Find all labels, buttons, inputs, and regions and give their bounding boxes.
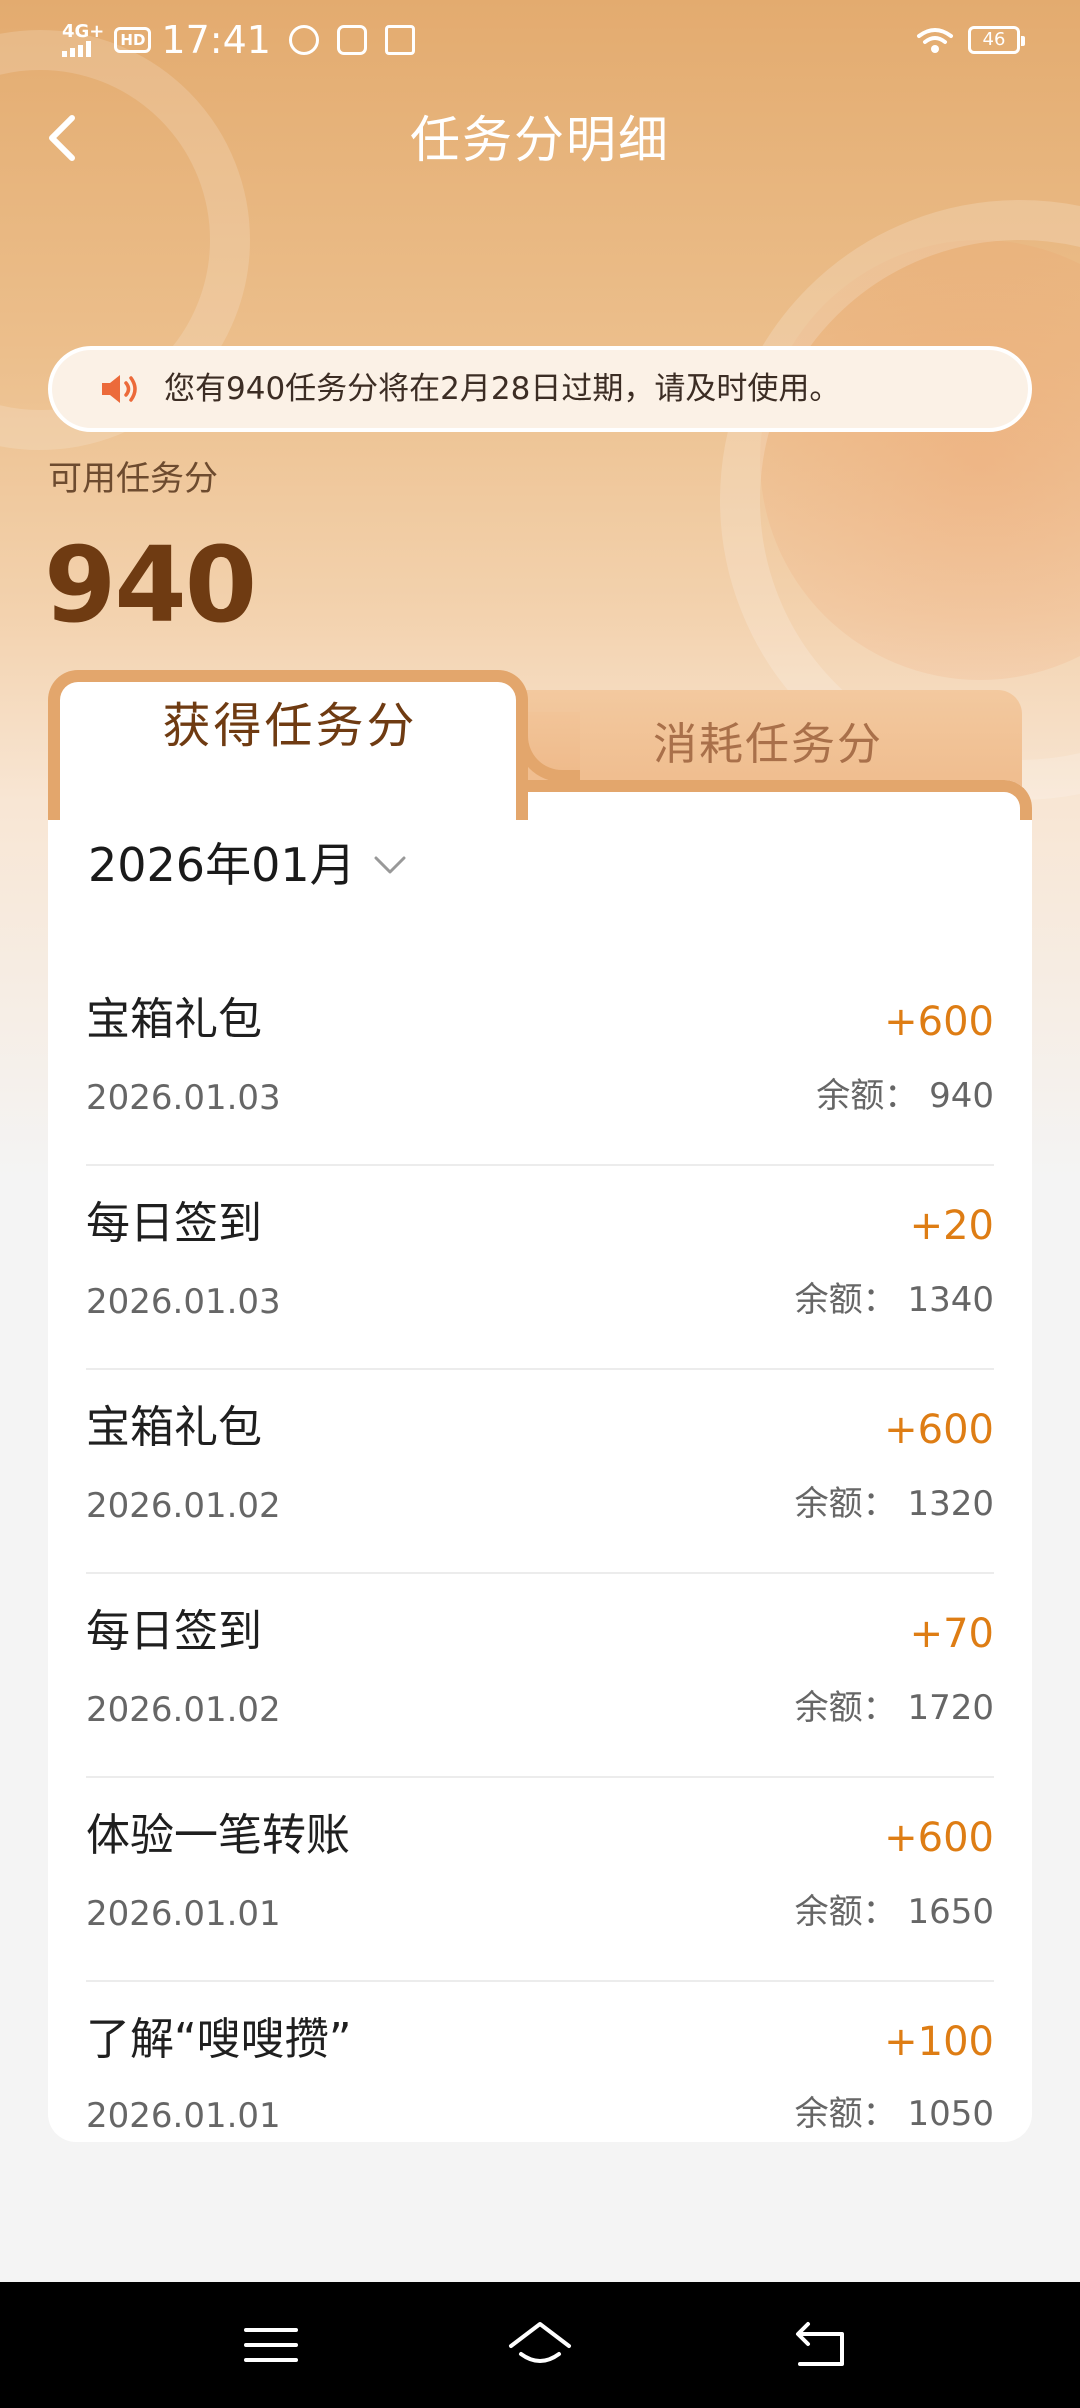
return-icon[interactable] [786, 2310, 856, 2380]
speaker-icon [102, 375, 137, 403]
record-row[interactable]: 了解“嗖嗖攒” 2026.01.01 +100 余额： 1050 [86, 2010, 994, 2140]
month-selector[interactable]: 2026年01月 [88, 830, 408, 900]
record-date: 2026.01.03 [86, 1078, 281, 1118]
home-icon[interactable] [505, 2310, 575, 2380]
menu-icon[interactable] [236, 2310, 306, 2380]
record-balance: 余额： 1050 [794, 2094, 994, 2134]
month-label: 2026年01月 [88, 838, 356, 892]
page-title: 任务分明细 [410, 111, 670, 169]
record-amount: +20 [909, 1203, 994, 1249]
hd-badge: HD [114, 27, 152, 53]
record-balance: 余额： 1650 [794, 1892, 994, 1932]
record-row[interactable]: 宝箱礼包 2026.01.03 +600 余额： 940 [86, 990, 994, 1194]
record-row[interactable]: 每日签到 2026.01.02 +70 余额： 1720 [86, 1602, 994, 1806]
battery-icon: 46 [968, 26, 1025, 54]
record-date: 2026.01.02 [86, 1690, 281, 1730]
network-type: 4G+ [62, 21, 105, 42]
record-amount: +100 [884, 2019, 994, 2065]
divider [86, 1980, 994, 1982]
record-date: 2026.01.01 [86, 2096, 281, 2136]
record-amount: +600 [884, 999, 994, 1045]
chevron-down-icon [374, 856, 406, 874]
app-notification-icon [336, 25, 367, 55]
record-date: 2026.01.02 [86, 1486, 281, 1526]
status-bar: 4G+ HD 17:41 46 [0, 0, 1080, 84]
record-row[interactable]: 宝箱礼包 2026.01.02 +600 余额： 1320 [86, 1398, 994, 1602]
record-name: 宝箱礼包 [86, 994, 262, 1045]
app-notification-icon [384, 25, 415, 55]
record-balance: 余额： 1720 [794, 1688, 994, 1728]
app-notification-icon [288, 25, 319, 55]
record-name: 每日签到 [86, 1198, 262, 1249]
record-name: 宝箱礼包 [86, 1402, 262, 1453]
record-row[interactable]: 体验一笔转账 2026.01.01 +600 余额： 1650 [86, 1806, 994, 2010]
system-navigation-bar [0, 2282, 1080, 2408]
divider [86, 1368, 994, 1370]
balance-label: 可用任务分 [48, 459, 218, 499]
balance-value: 940 [44, 524, 257, 646]
record-balance: 余额： 940 [816, 1076, 994, 1116]
record-amount: +70 [909, 1611, 994, 1657]
tab-earned[interactable]: 获得任务分 [48, 676, 532, 776]
expiry-notice: 您有940任务分将在2月28日过期，请及时使用。 [48, 346, 1032, 432]
record-name: 了解“嗖嗖攒” [86, 2014, 352, 2065]
notice-text: 您有940任务分将在2月28日过期，请及时使用。 [164, 371, 841, 407]
record-name: 每日签到 [86, 1606, 262, 1657]
record-amount: +600 [884, 1407, 994, 1453]
record-date: 2026.01.01 [86, 1894, 281, 1934]
divider [86, 1776, 994, 1778]
divider [86, 1572, 994, 1574]
record-row[interactable]: 每日签到 2026.01.03 +20 余额： 1340 [86, 1194, 994, 1398]
wifi-icon [917, 28, 953, 53]
status-time: 17:41 [161, 18, 271, 62]
divider [86, 1164, 994, 1166]
signal-icon [62, 41, 91, 57]
record-date: 2026.01.03 [86, 1282, 281, 1322]
record-balance: 余额： 1340 [794, 1280, 994, 1320]
record-amount: +600 [884, 1815, 994, 1861]
record-name: 体验一笔转账 [86, 1810, 350, 1861]
record-balance: 余额： 1320 [794, 1484, 994, 1524]
